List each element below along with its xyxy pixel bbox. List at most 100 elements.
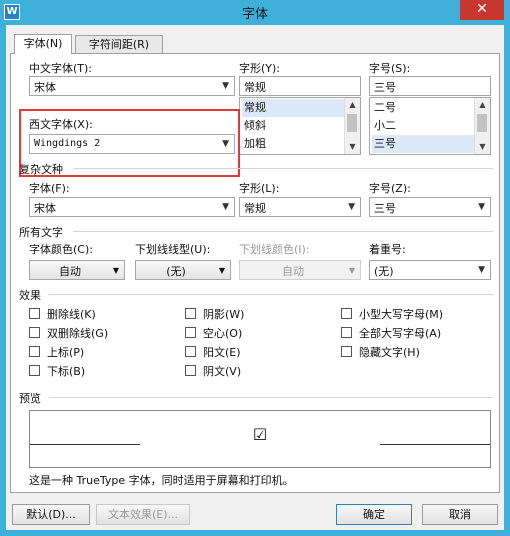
scroll-up-icon[interactable]: ▲ (345, 98, 360, 112)
chevron-down-icon: ▼ (478, 202, 485, 212)
strikethrough-checkbox[interactable] (29, 308, 40, 319)
complex-style-label: 字形(L): (239, 182, 280, 195)
size-list[interactable]: 二号 小二 三号 ▲ ▼ (369, 97, 491, 155)
chevron-down-icon: ▼ (218, 266, 225, 275)
complex-section-label: 复杂文种 (19, 163, 63, 176)
underline-style-picker[interactable]: (无) ▼ (135, 260, 231, 280)
subscript-checkbox[interactable] (29, 365, 40, 376)
superscript-checkbox[interactable] (29, 346, 40, 357)
ok-button[interactable]: 确定 (336, 504, 412, 525)
preview-box: ☑ (29, 410, 491, 468)
list-item[interactable]: 二号 (372, 99, 474, 117)
underline-style-value: (无) (166, 265, 186, 278)
divider (49, 294, 493, 295)
divider (73, 231, 493, 232)
divider (49, 397, 493, 398)
list-item[interactable]: 三号 (372, 135, 474, 153)
chevron-down-icon: ▼ (222, 81, 229, 91)
size-scrollbar[interactable]: ▲ ▼ (474, 98, 490, 154)
list-item[interactable]: 小二 (372, 117, 474, 135)
cn-font-label: 中文字体(T): (29, 62, 93, 75)
preview-baseline-right (380, 444, 490, 445)
small-caps-checkbox[interactable] (341, 308, 352, 319)
tab-font[interactable]: 字体(N) (14, 34, 72, 54)
outline-label[interactable]: 空心(O) (203, 325, 242, 341)
scroll-up-icon[interactable]: ▲ (475, 98, 490, 112)
emphasis-value: (无) (374, 265, 394, 278)
style-label: 字形(Y): (239, 62, 281, 75)
complex-style-combo[interactable]: 常规 ▼ (239, 197, 361, 217)
chevron-down-icon: ▼ (348, 202, 355, 212)
engrave-label[interactable]: 阴文(V) (203, 363, 241, 379)
text-effects-button[interactable]: 文本效果(E)... (96, 504, 190, 525)
scroll-down-icon[interactable]: ▼ (475, 140, 490, 154)
strikethrough-label[interactable]: 删除线(K) (47, 306, 96, 322)
complex-font-label: 字体(F): (29, 182, 70, 195)
cn-font-combo[interactable]: 宋体 ▼ (29, 76, 235, 96)
tab-character-spacing[interactable]: 字符间距(R) (75, 35, 163, 53)
underline-color-label: 下划线颜色(I): (239, 243, 310, 256)
style-value: 常规 (244, 81, 266, 94)
list-item[interactable]: 加粗 (242, 135, 344, 153)
dialog-title: 字体 (241, 7, 268, 22)
style-list[interactable]: 常规 倾斜 加粗 ▲ ▼ (239, 97, 361, 155)
list-item[interactable]: 倾斜 (242, 117, 344, 135)
superscript-label[interactable]: 上标(P) (47, 344, 84, 360)
complex-size-combo[interactable]: 三号 ▼ (369, 197, 491, 217)
font-color-value: 自动 (59, 265, 81, 278)
complex-font-combo[interactable]: 宋体 ▼ (29, 197, 235, 217)
hidden-label[interactable]: 隐藏文字(H) (359, 344, 420, 360)
cn-font-value: 宋体 (34, 81, 56, 94)
chevron-down-icon: ▼ (222, 202, 229, 212)
title-bar: W 字体 ✕ (0, 0, 510, 25)
all-text-section-label: 所有文字 (19, 226, 63, 239)
chevron-down-icon: ▼ (478, 265, 485, 275)
engrave-checkbox[interactable] (185, 365, 196, 376)
emboss-label[interactable]: 阳文(E) (203, 344, 241, 360)
double-strikethrough-checkbox[interactable] (29, 327, 40, 338)
font-tab-page: 中文字体(T): 宋体 ▼ 字形(Y): 常规 常规 倾斜 加粗 ▲ ▼ 字号(… (10, 53, 500, 493)
font-color-label: 字体颜色(C): (29, 243, 93, 256)
small-caps-label[interactable]: 小型大写字母(M) (359, 306, 443, 322)
underline-color-value: 自动 (282, 265, 304, 278)
underline-color-picker[interactable]: 自动 ▼ (239, 260, 361, 280)
size-label: 字号(S): (369, 62, 411, 75)
emphasis-combo[interactable]: (无) ▼ (369, 260, 491, 280)
outline-checkbox[interactable] (185, 327, 196, 338)
dialog-client: 字体(N) 字符间距(R) 中文字体(T): 宋体 ▼ 字形(Y): 常规 常规… (6, 25, 504, 530)
complex-style-value: 常规 (244, 202, 266, 215)
font-color-picker[interactable]: 自动 ▼ (29, 260, 125, 280)
scroll-down-icon[interactable]: ▼ (345, 140, 360, 154)
underline-style-label: 下划线线型(U): (135, 243, 211, 256)
all-caps-label[interactable]: 全部大写字母(A) (359, 325, 441, 341)
complex-font-value: 宋体 (34, 202, 56, 215)
chevron-down-icon: ▼ (348, 266, 355, 275)
scroll-thumb[interactable] (347, 114, 357, 132)
size-input[interactable]: 三号 (369, 76, 491, 96)
preview-sample-checkbox-icon: ☑ (252, 425, 268, 444)
shadow-label[interactable]: 阴影(W) (203, 306, 244, 322)
preview-section-label: 预览 (19, 392, 41, 405)
all-caps-checkbox[interactable] (341, 327, 352, 338)
effects-section-label: 效果 (19, 289, 41, 302)
cancel-button[interactable]: 取消 (422, 504, 498, 525)
close-button[interactable]: ✕ (460, 0, 504, 20)
emphasis-label: 着重号: (369, 243, 406, 256)
complex-size-value: 三号 (374, 202, 396, 215)
divider (73, 168, 493, 169)
scroll-thumb[interactable] (477, 114, 487, 132)
default-button[interactable]: 默认(D)... (12, 504, 90, 525)
subscript-label[interactable]: 下标(B) (47, 363, 85, 379)
style-scrollbar[interactable]: ▲ ▼ (344, 98, 360, 154)
double-strikethrough-label[interactable]: 双删除线(G) (47, 325, 108, 341)
chevron-down-icon: ▼ (112, 266, 119, 275)
emboss-checkbox[interactable] (185, 346, 196, 357)
shadow-checkbox[interactable] (185, 308, 196, 319)
style-input[interactable]: 常规 (239, 76, 361, 96)
complex-size-label: 字号(Z): (369, 182, 411, 195)
font-info-note: 这是一种 TrueType 字体，同时适用于屏幕和打印机。 (29, 474, 294, 487)
font-dialog: W 字体 ✕ 字体(N) 字符间距(R) 中文字体(T): 宋体 ▼ 字形(Y)… (0, 0, 510, 536)
preview-baseline-left (30, 444, 140, 445)
hidden-checkbox[interactable] (341, 346, 352, 357)
list-item[interactable]: 常规 (242, 99, 344, 117)
